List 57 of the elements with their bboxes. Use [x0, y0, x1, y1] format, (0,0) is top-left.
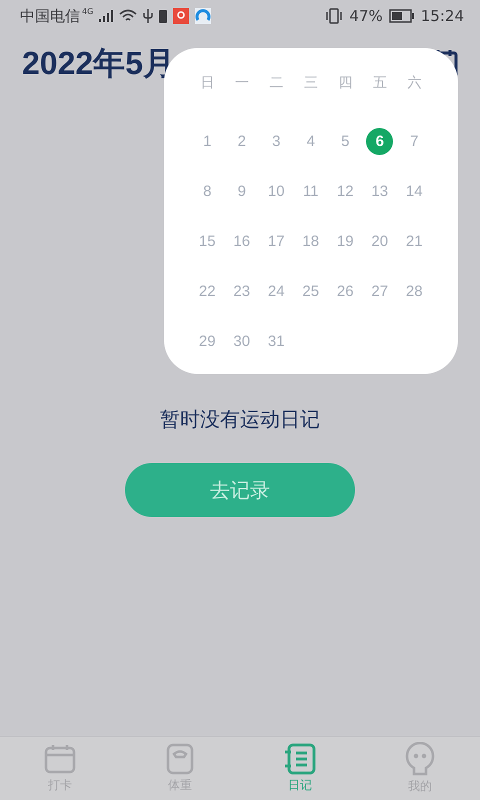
calendar-day[interactable]: 11 [297, 178, 324, 204]
calendar-day[interactable]: 9 [228, 178, 256, 204]
carrier-label: 中国电信 [20, 6, 80, 26]
calendar-icon [44, 743, 76, 775]
scale-icon [166, 743, 194, 775]
wifi-icon [119, 9, 138, 23]
calendar-day[interactable]: 22 [194, 278, 221, 304]
calendar-day[interactable]: 17 [262, 228, 290, 254]
calendar-day[interactable]: 13 [366, 178, 394, 204]
calendar-day[interactable]: 21 [400, 228, 428, 254]
calendar-day[interactable]: 25 [297, 278, 324, 304]
battery-icon [388, 9, 415, 23]
calendar-day[interactable]: 1 [194, 128, 221, 154]
calendar-day[interactable]: 19 [332, 228, 359, 254]
browser-notification-icon [195, 8, 212, 24]
calendar-day[interactable]: 20 [366, 228, 394, 254]
weekday-label: 四 [337, 74, 354, 93]
profile-icon [405, 742, 435, 776]
weekday-label: 三 [302, 74, 319, 93]
clock: 15:24 [420, 7, 464, 25]
calendar-day[interactable]: 23 [228, 278, 256, 304]
weekday-label: 一 [234, 74, 250, 93]
usb-icon [143, 8, 154, 24]
calendar-day[interactable]: 29 [194, 328, 221, 354]
signal-icon [99, 10, 114, 22]
calendar-day[interactable]: 27 [366, 278, 394, 304]
calendar-day[interactable]: 3 [262, 128, 290, 154]
calendar-day[interactable]: 2 [228, 128, 256, 154]
nav-tab[interactable]: 日记 [240, 737, 360, 800]
empty-message: 暂时没有运动日记 [160, 406, 320, 433]
calendar-day[interactable]: 28 [400, 278, 428, 304]
calendar-day[interactable]: 12 [332, 178, 359, 204]
calendar-day[interactable]: 16 [228, 228, 256, 254]
calendar-day[interactable]: 30 [228, 328, 256, 354]
battery-percent: 47% [349, 7, 383, 25]
weekday-label: 五 [372, 74, 388, 93]
calendar-day[interactable]: 4 [297, 128, 324, 154]
calendar-day[interactable]: 26 [332, 278, 359, 304]
vibrate-icon [325, 8, 344, 24]
weekday-label: 六 [406, 74, 422, 93]
calendar-day[interactable]: 18 [297, 228, 324, 254]
weekday-label: 二 [268, 74, 284, 93]
record-button[interactable]: 去记录 [125, 463, 355, 517]
calendar-day[interactable]: 24 [262, 278, 290, 304]
notebook-icon [284, 743, 316, 775]
calendar-day[interactable]: 10 [262, 178, 290, 204]
calendar-day[interactable]: 14 [400, 178, 428, 204]
calendar-day[interactable]: 5 [332, 128, 359, 154]
weekday-label: 日 [199, 74, 216, 93]
app-notification-icon [173, 8, 190, 24]
battery-alert-icon [159, 9, 168, 23]
calendar-day[interactable]: 8 [194, 178, 221, 204]
network-label: 4G [82, 7, 94, 16]
calendar-day[interactable]: 31 [262, 328, 290, 354]
calendar-day[interactable]: 6 [366, 128, 394, 154]
calendar-day[interactable]: 7 [400, 128, 428, 154]
calendar-day[interactable]: 15 [194, 228, 221, 254]
